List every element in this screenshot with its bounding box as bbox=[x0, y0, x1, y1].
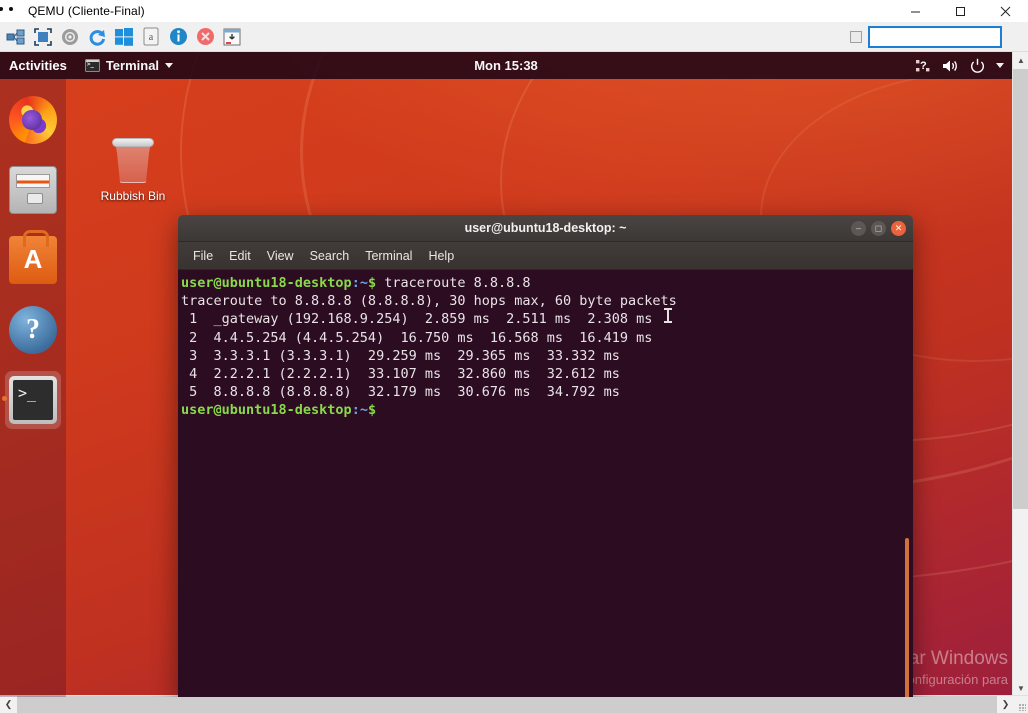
app-menu-terminal[interactable]: Terminal bbox=[77, 52, 181, 79]
output-line: 5 8.8.8.8 (8.8.8.8) 32.179 ms 30.676 ms … bbox=[181, 384, 620, 400]
qemu-logo-icon bbox=[6, 3, 22, 19]
horizontal-scrollbar-thumb[interactable] bbox=[17, 696, 997, 713]
ubuntu-dock bbox=[0, 79, 66, 697]
host-window-titlebar: QEMU (Cliente-Final) bbox=[0, 0, 1028, 22]
ubuntu-software-icon bbox=[9, 236, 57, 284]
close-icon[interactable] bbox=[983, 0, 1028, 22]
vertical-scrollbar-thumb[interactable] bbox=[1013, 69, 1028, 509]
prompt-symbol: $ bbox=[368, 275, 376, 291]
host-body: Activities Terminal Mon 15:38 bbox=[0, 52, 1028, 713]
files-icon bbox=[9, 166, 57, 214]
output-line: 2 4.4.5.254 (4.4.5.254) 16.750 ms 16.568… bbox=[181, 330, 652, 346]
output-line: 4 2.2.2.1 (2.2.2.1) 33.107 ms 32.860 ms … bbox=[181, 366, 620, 382]
ubuntu-desktop[interactable]: Activities Terminal Mon 15:38 bbox=[0, 52, 1012, 697]
vertical-scrollbar-track[interactable] bbox=[1013, 69, 1028, 680]
status-area[interactable]: ? bbox=[916, 58, 1004, 73]
host-toolbar: a bbox=[0, 22, 1028, 52]
chevron-up-icon[interactable]: ▲ bbox=[1013, 52, 1028, 69]
horizontal-scrollbar[interactable]: ❮ ❯ bbox=[0, 695, 1028, 713]
dock-item-terminal[interactable] bbox=[0, 369, 66, 431]
fullscreen-icon[interactable] bbox=[30, 24, 56, 50]
resize-grip-icon[interactable] bbox=[1014, 696, 1028, 713]
gnome-top-bar: Activities Terminal Mon 15:38 bbox=[0, 52, 1012, 79]
maximize-icon[interactable]: ◻ bbox=[871, 221, 886, 236]
chevron-down-icon bbox=[165, 63, 173, 68]
terminal-window[interactable]: user@ubuntu18-desktop: ~ – ◻ ✕ File Edit… bbox=[178, 215, 913, 697]
svg-text:?: ? bbox=[920, 60, 927, 72]
terminal-titlebar[interactable]: user@ubuntu18-desktop: ~ – ◻ ✕ bbox=[178, 215, 913, 242]
terminal-output: user@ubuntu18-desktop:~$ traceroute 8.8.… bbox=[180, 274, 913, 420]
volume-icon bbox=[942, 59, 959, 73]
output-line: 3 3.3.3.1 (3.3.3.1) 29.259 ms 29.365 ms … bbox=[181, 348, 620, 364]
output-line: 1 _gateway (192.168.9.254) 2.859 ms 2.51… bbox=[181, 311, 652, 327]
host-window-title: QEMU (Cliente-Final) bbox=[28, 4, 145, 18]
chevron-left-icon[interactable]: ❮ bbox=[0, 696, 17, 713]
terminal-icon bbox=[85, 59, 100, 72]
qemu-host-window: QEMU (Cliente-Final) bbox=[0, 0, 1028, 713]
dock-item-software[interactable] bbox=[0, 229, 66, 291]
rubbish-bin-icon bbox=[112, 136, 154, 184]
menu-search[interactable]: Search bbox=[303, 247, 357, 265]
chevron-right-icon[interactable]: ❯ bbox=[997, 696, 1014, 713]
menu-help[interactable]: Help bbox=[421, 247, 461, 265]
keyboard-input-icon: ? bbox=[916, 59, 931, 73]
app-menu-label: Terminal bbox=[106, 58, 159, 73]
desktop-icon-rubbish-bin[interactable]: Rubbish Bin bbox=[93, 136, 173, 203]
terminal-icon bbox=[9, 376, 57, 424]
text-mouse-cursor bbox=[667, 308, 669, 323]
prompt-user-host: user@ubuntu18-desktop bbox=[181, 402, 352, 418]
settings-gear-icon[interactable] bbox=[57, 24, 83, 50]
terminal-menubar: File Edit View Search Terminal Help bbox=[178, 242, 913, 270]
menu-view[interactable]: View bbox=[260, 247, 301, 265]
terminal-screen[interactable]: user@ubuntu18-desktop:~$ traceroute 8.8.… bbox=[178, 270, 913, 697]
dock-item-help[interactable] bbox=[0, 299, 66, 361]
terminal-window-controls: – ◻ ✕ bbox=[851, 215, 906, 242]
vertical-scrollbar[interactable]: ▲ ▼ bbox=[1012, 52, 1028, 697]
chevron-down-icon bbox=[996, 63, 1004, 68]
minimize-icon[interactable]: – bbox=[851, 221, 866, 236]
dock-item-firefox[interactable] bbox=[0, 89, 66, 151]
network-icon[interactable] bbox=[3, 24, 29, 50]
maximize-icon[interactable] bbox=[938, 0, 983, 22]
firefox-icon bbox=[9, 96, 57, 144]
menu-edit[interactable]: Edit bbox=[222, 247, 258, 265]
info-icon[interactable] bbox=[165, 24, 191, 50]
minimize-icon[interactable] bbox=[893, 0, 938, 22]
terminal-scrollbar[interactable] bbox=[905, 538, 909, 697]
snapshot-icon[interactable] bbox=[219, 24, 245, 50]
windows-logo-icon[interactable] bbox=[111, 24, 137, 50]
close-icon[interactable]: ✕ bbox=[891, 221, 906, 236]
prompt-path: :~ bbox=[352, 402, 368, 418]
menu-file[interactable]: File bbox=[186, 247, 220, 265]
address-input[interactable] bbox=[868, 26, 1002, 48]
cancel-icon[interactable] bbox=[192, 24, 218, 50]
refresh-icon[interactable] bbox=[84, 24, 110, 50]
menu-terminal[interactable]: Terminal bbox=[358, 247, 419, 265]
activities-button[interactable]: Activities bbox=[0, 52, 77, 79]
dock-item-files[interactable] bbox=[0, 159, 66, 221]
power-icon bbox=[970, 58, 985, 73]
vm-viewport[interactable]: Activities Terminal Mon 15:38 bbox=[0, 52, 1012, 697]
output-line: traceroute to 8.8.8.8 (8.8.8.8), 30 hops… bbox=[181, 293, 677, 309]
desktop-icon-label: Rubbish Bin bbox=[93, 189, 173, 203]
prompt-symbol: $ bbox=[368, 402, 376, 418]
window-controls bbox=[893, 0, 1028, 22]
document-icon[interactable]: a bbox=[138, 24, 164, 50]
toolbar-right-group bbox=[850, 22, 1002, 52]
terminal-title: user@ubuntu18-desktop: ~ bbox=[465, 221, 627, 235]
svg-text:a: a bbox=[149, 32, 154, 43]
terminal-command: traceroute 8.8.8.8 bbox=[376, 275, 530, 291]
prompt-path: :~ bbox=[352, 275, 368, 291]
activities-label: Activities bbox=[9, 58, 67, 73]
prompt-user-host: user@ubuntu18-desktop bbox=[181, 275, 352, 291]
help-icon bbox=[9, 306, 57, 354]
square-button[interactable] bbox=[850, 31, 862, 43]
